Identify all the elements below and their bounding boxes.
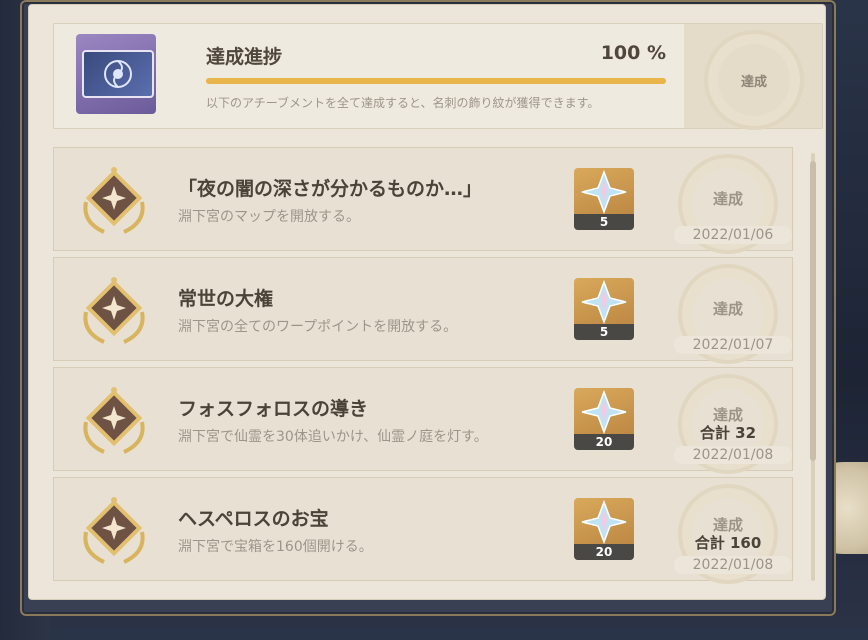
achievement-date: 2022/01/08 [674, 556, 792, 574]
primogem-icon [581, 389, 627, 435]
progress-description: 以下のアチーブメントを全て達成すると、名刺の飾り紋が獲得できます。 [206, 96, 600, 110]
achievement-row[interactable]: ヘスペロスのお宝 淵下宮で宝箱を160個開ける。 20 達成 合計 160 20… [53, 477, 793, 584]
reward-item[interactable]: 20 [574, 388, 634, 450]
achievement-badge-icon [83, 497, 145, 564]
series-seal: 達成 [684, 24, 822, 130]
achievement-description: 淵下宮の全てのワープポイントを開放する。 [178, 319, 458, 335]
achievement-list[interactable]: 「夜の闇の深さが分かるものか…」 淵下宮のマップを開放する。 5 達成 2022… [53, 147, 821, 587]
reward-count: 5 [574, 214, 634, 230]
namecard [76, 34, 156, 114]
achievement-total: 合計 32 [699, 424, 757, 442]
achievement-seal: 達成 合計 32 2022/01/08 [664, 368, 792, 474]
achievement-badge-icon [83, 387, 145, 454]
achievement-title: 「夜の闇の深さが分かるものか…」 [178, 178, 483, 200]
series-status: 達成 [740, 74, 767, 90]
achievement-panel: 達成進捗 100 % 以下のアチーブメントを全て達成すると、名刺の飾り紋が獲得で… [28, 4, 826, 600]
primogem-icon [581, 169, 627, 215]
achievement-title: ヘスペロスのお宝 [178, 508, 329, 530]
achievement-title: 常世の大権 [178, 288, 274, 310]
primogem-icon [581, 279, 627, 325]
progress-bar [206, 78, 666, 84]
achievement-row[interactable]: フォスフォロスの導き 淵下宮で仙霊を30体追いかけ、仙霊ノ庭を灯す。 20 達成… [53, 367, 793, 474]
achievement-row[interactable]: 常世の大権 淵下宮の全てのワープポイントを開放する。 5 達成 2022/01/… [53, 257, 793, 364]
achievement-status: 達成 [712, 300, 743, 318]
achievement-date: 2022/01/06 [674, 226, 792, 244]
reward-count: 5 [574, 324, 634, 340]
achievement-row[interactable]: 「夜の闇の深さが分かるものか…」 淵下宮のマップを開放する。 5 達成 2022… [53, 147, 793, 254]
scrollbar-thumb[interactable] [810, 161, 816, 461]
reward-item[interactable]: 5 [574, 278, 634, 340]
achievement-status: 達成 [712, 190, 743, 208]
primogem-icon [581, 499, 627, 545]
reward-count: 20 [574, 544, 634, 560]
reward-count: 20 [574, 434, 634, 450]
namecard-emblem-icon [104, 60, 132, 88]
achievement-seal: 達成 2022/01/06 [664, 148, 792, 254]
achievement-description: 淵下宮のマップを開放する。 [178, 209, 360, 225]
reward-item[interactable]: 20 [574, 498, 634, 560]
reward-item[interactable]: 5 [574, 168, 634, 230]
achievement-description: 淵下宮で宝箱を160個開ける。 [178, 539, 373, 555]
progress-percent: 100 % [600, 42, 666, 64]
progress-bar-fill [206, 78, 666, 84]
progress-title: 達成進捗 [206, 46, 283, 68]
achievement-badge-icon [83, 277, 145, 344]
achievement-title: フォスフォロスの導き [178, 398, 369, 420]
achievement-total: 合計 160 [694, 534, 762, 552]
achievement-badge-icon [83, 167, 145, 234]
achievement-date: 2022/01/08 [674, 446, 792, 464]
series-header: 達成進捗 100 % 以下のアチーブメントを全て達成すると、名刺の飾り紋が獲得で… [53, 23, 823, 130]
achievement-description: 淵下宮で仙霊を30体追いかけ、仙霊ノ庭を灯す。 [178, 429, 488, 445]
achievement-date: 2022/01/07 [674, 336, 792, 354]
achievement-seal: 達成 合計 160 2022/01/08 [664, 478, 792, 584]
achievement-seal: 達成 2022/01/07 [664, 258, 792, 364]
scrollbar[interactable] [810, 153, 816, 581]
